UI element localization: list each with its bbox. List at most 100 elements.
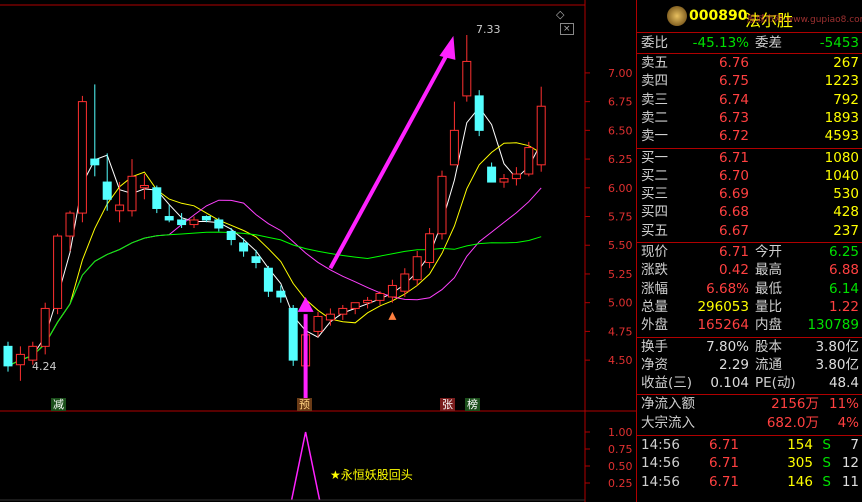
ask-volume: 792 [833,91,859,108]
price-tick-label: 5.00 [608,297,633,310]
price-tick-label: 5.75 [608,211,633,224]
quote-panel: 000890 法尔胜 股城市网 www.gupiao8.com 委比 -45.13… [636,0,862,502]
fund-row: 换手 7.80% 股本 3.80亿 [641,338,861,356]
tick-price: 6.71 [708,437,739,453]
logo-icon [667,6,687,26]
candle-body [387,284,397,298]
bid-price: 6.67 [718,222,749,239]
ask-volume: 267 [833,55,859,71]
tick-row: 14:56 6.71 146 S 11 [641,473,861,491]
candle-body [15,353,25,366]
bid-price: 6.68 [718,204,749,221]
badge-jian: 减 [51,398,66,411]
stat-label: 外盘 [641,317,668,334]
candle-body [412,256,422,281]
fund-label-2: PE(动) [755,375,796,392]
price-tick-label: 4.75 [608,325,633,338]
stat-value-2: 130789 [807,317,859,334]
star-icon: ★ [330,468,341,482]
signal-label: ★永恒妖股回头 [330,466,413,483]
flow-value: 2156万 [771,396,819,413]
fund-label: 收益(三) [641,375,693,392]
flow-row: 净流入额 2156万 11% [641,395,861,413]
stat-value: 6.68% [706,280,749,297]
weicha-value: -5453 [819,35,859,51]
kline-chart[interactable]: 7.00 6.75 6.50 6.25 6.00 5.75 5.50 5.25 5.00 4.75… [0,0,636,502]
tick-count: 12 [841,455,859,472]
candle-body [90,158,100,166]
candle-body [189,219,199,226]
candle-body [53,235,63,309]
stat-value-2: 6.25 [828,244,859,260]
close-icon[interactable]: × [560,23,574,35]
bid-volume: 1040 [824,167,859,184]
ask-volume: 4593 [824,128,859,145]
watermark: 股城市网 www.gupiao8.com [747,15,862,25]
candle-body [524,147,534,175]
candle-body [40,307,50,347]
tick-price: 6.71 [708,473,739,490]
stat-value-2: 1.22 [828,298,859,315]
candle-body [511,173,521,180]
indicator-tick-label: 0.50 [608,460,633,473]
stat-label-2: 内盘 [755,317,782,334]
tick-volume: 154 [787,437,813,453]
fund-label-2: 股本 [755,338,782,355]
candle-body [239,242,249,252]
diamond-icon[interactable]: ◇ [556,8,564,21]
bid-label: 买五 [641,222,668,239]
bid-label: 买一 [641,149,668,166]
low-label: 4.24 [32,360,57,373]
candle-body [263,267,273,292]
candle-body [400,273,410,292]
candle-body [102,181,112,200]
tick-time: 14:56 [641,455,680,472]
candle-body [350,302,360,309]
bid-row: 买四 6.68 428 [641,203,861,221]
weibi-value: -45.13% [692,35,749,51]
marker-triangle [388,311,397,320]
candle-body [115,204,125,212]
stat-row: 总量 296053 量比 1.22 [641,298,861,316]
badge-bang: 榜 [465,398,480,411]
signal-text: 永恒妖股回头 [340,468,413,482]
stat-value: 6.71 [718,244,749,260]
ask-price: 6.75 [718,73,749,90]
bid-row: 买二 6.70 1040 [641,167,861,185]
stat-value: 0.42 [718,262,749,279]
indicator-tick-label: 0.75 [608,443,633,456]
candle-body [288,307,298,361]
flow-pct: 11% [828,396,859,413]
indicator-tick-label: 1.00 [608,426,633,439]
candle-body [449,129,459,166]
tick-time: 14:56 [641,437,680,453]
ma5-line [7,106,542,367]
candle-body [375,292,385,301]
bid-label: 买二 [641,167,668,184]
fund-value-2: 3.80亿 [815,338,859,355]
price-tick-label: 6.75 [608,96,633,109]
bid-price: 6.70 [718,167,749,184]
ask-label: 卖四 [641,73,668,90]
tick-side: S [822,473,831,490]
tick-count: 11 [841,473,859,490]
stat-label: 涨跌 [641,262,668,279]
badge-yu: 预 [297,398,312,411]
flow-label: 净流入额 [641,396,695,413]
bid-row: 买五 6.67 237 [641,222,861,240]
fund-value-2: 3.80亿 [815,356,859,373]
fund-value: 0.104 [710,375,749,392]
candle-body [201,216,211,221]
candle-body [164,216,174,221]
candle-body [363,299,373,304]
fund-value-2: 48.4 [828,375,859,392]
stat-label-2: 量比 [755,298,782,315]
ask-price: 6.74 [718,91,749,108]
ask-row: 卖二 6.73 1893 [641,109,861,127]
candle-body [226,230,236,240]
candle-body [536,105,546,166]
candle-body [177,219,187,226]
candle-body [3,345,13,367]
candle-body [487,166,497,183]
price-tick-label: 4.50 [608,354,633,367]
